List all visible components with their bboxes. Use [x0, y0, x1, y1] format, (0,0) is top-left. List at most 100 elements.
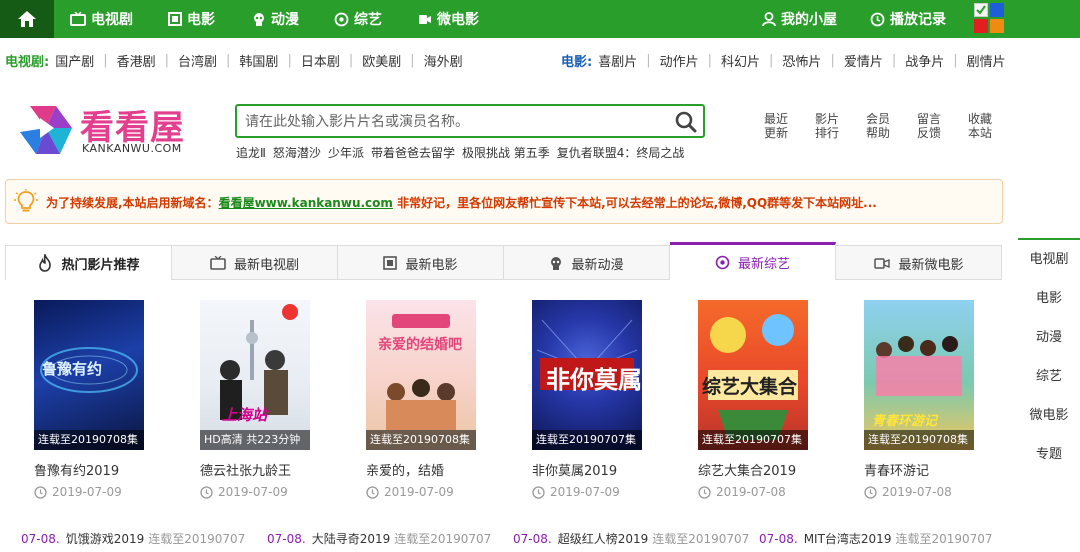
list-item[interactable]: 07-08. MIT台湾志2019 连载至20190707 — [759, 530, 993, 547]
history-link[interactable]: 播放记录 — [870, 0, 946, 38]
tab-latest-anime[interactable]: 最新动漫 — [504, 246, 670, 280]
side-nav-variety[interactable]: 综艺 — [1018, 357, 1080, 396]
list-date: 07-08. — [267, 532, 306, 546]
show-title[interactable]: 非你莫属2019 — [532, 460, 672, 479]
update-date: 2019-07-08 — [698, 485, 838, 499]
movie-cat-link[interactable]: 恐怖片 — [782, 51, 821, 70]
list-item[interactable]: 07-08. 饥饿游戏2019 连载至20190707 — [21, 530, 245, 547]
side-nav-movie[interactable]: 电影 — [1018, 279, 1080, 318]
show-title[interactable]: 综艺大集合2019 — [698, 460, 838, 479]
show-title[interactable]: 德云社张九龄王 — [200, 460, 340, 479]
poster-text: 上海站 — [222, 406, 268, 424]
movie-cat-link[interactable]: 动作片 — [660, 51, 699, 70]
tv-cat-link[interactable]: 韩国剧 — [239, 51, 278, 70]
side-nav-micro-film[interactable]: 微电影 — [1018, 396, 1080, 435]
hot-word[interactable]: 少年派 — [328, 144, 364, 161]
list-status: 连载至20190707 — [895, 532, 993, 546]
tv-icon — [210, 256, 226, 270]
quick-link-favorite[interactable]: 收藏 本站 — [960, 112, 1000, 140]
hot-word[interactable]: 极限挑战 第五季 — [462, 144, 550, 161]
hot-word[interactable]: 追龙Ⅱ — [236, 144, 266, 161]
tv-cat-link[interactable]: 日本剧 — [301, 51, 340, 70]
clock-icon — [870, 12, 885, 26]
poster-image[interactable]: 非你莫属 连载至20190707集 — [532, 300, 642, 450]
hot-word[interactable]: 怒海潜沙 — [273, 144, 321, 161]
show-card[interactable]: 青春环游记 连载至20190708集 青春环游记 2019-07-08 — [864, 300, 1004, 499]
hot-word[interactable]: 复仇者联盟4：终局之战 — [557, 144, 685, 161]
show-title[interactable]: 亲爱的，结婚 — [366, 460, 506, 479]
show-card[interactable]: 综艺大集合 连载至20190707集 综艺大集合2019 2019-07-08 — [698, 300, 838, 499]
film-icon — [383, 256, 398, 270]
hot-word[interactable]: 带着爸爸去留学 — [371, 144, 455, 161]
movie-cat-link[interactable]: 剧情片 — [967, 51, 1006, 70]
search-input[interactable] — [245, 112, 665, 132]
tab-hot[interactable]: 热门影片推荐 — [6, 246, 172, 280]
movie-cat-link[interactable]: 爱情片 — [844, 51, 883, 70]
list-name[interactable]: 大陆寻奇2019 — [312, 532, 391, 546]
top-nav: 电视剧 电影 动漫 综艺 微电影 我的小屋 播放记录 — [0, 0, 1080, 38]
date-text: 2019-07-09 — [52, 485, 122, 499]
nav-movie-label: 电影 — [187, 12, 215, 28]
notice-domain-link[interactable]: 看看屋www.kankanwu.com — [219, 196, 393, 210]
tv-cat-link[interactable]: 海外剧 — [424, 51, 463, 70]
update-date: 2019-07-08 — [864, 485, 1004, 499]
nav-anime[interactable]: 动漫 — [252, 0, 299, 38]
content-tabs: 热门影片推荐 最新电视剧 最新电影 最新动漫 最新综艺 最新微电影 — [5, 242, 1002, 280]
list-name[interactable]: 超级红人榜2019 — [558, 532, 649, 546]
clock-icon — [532, 485, 545, 499]
tv-cat-link[interactable]: 欧美剧 — [362, 51, 401, 70]
movie-cat-link[interactable]: 喜剧片 — [598, 51, 637, 70]
home-button[interactable] — [0, 0, 54, 38]
tab-latest-variety[interactable]: 最新综艺 — [670, 242, 836, 280]
show-title[interactable]: 青春环游记 — [864, 460, 1004, 479]
show-card[interactable]: 鲁豫有约 连载至20190708集 鲁豫有约2019 2019-07-09 — [34, 300, 174, 499]
movie-cat-link[interactable]: 科幻片 — [721, 51, 760, 70]
side-nav-topics[interactable]: 专题 — [1018, 435, 1080, 474]
anime-icon — [551, 257, 562, 270]
show-card[interactable]: 上海站 HD高清 共223分钟 德云社张九龄王 2019-07-09 — [200, 300, 340, 499]
my-home-link[interactable]: 我的小屋 — [762, 0, 837, 38]
tv-cat-link[interactable]: 国产剧 — [55, 51, 94, 70]
list-item[interactable]: 07-08. 大陆寻奇2019 连载至20190707 — [267, 530, 491, 547]
poster-image[interactable]: 鲁豫有约 连载至20190708集 — [34, 300, 144, 450]
list-name[interactable]: MIT台湾志2019 — [804, 532, 892, 546]
poster-image[interactable]: 亲爱的结婚吧 连载至20190708集 — [366, 300, 476, 450]
poster-image[interactable]: 上海站 HD高清 共223分钟 — [200, 300, 310, 450]
nav-variety[interactable]: 综艺 — [334, 0, 382, 38]
movie-category-title[interactable]: 电影: — [561, 51, 592, 70]
list-item[interactable]: 07-08. 超级红人榜2019 连载至20190707 — [513, 530, 749, 547]
nav-micro-film[interactable]: 微电影 — [418, 0, 479, 38]
show-card[interactable]: 亲爱的结婚吧 连载至20190708集 亲爱的，结婚 2019-07-09 — [366, 300, 506, 499]
tv-cat-link[interactable]: 香港剧 — [117, 51, 156, 70]
movie-category-row: 电影: 喜剧片 | 动作片 | 科幻片 | 恐怖片 | 爱情片 | 战争片 | 剧情片 — [561, 51, 1006, 70]
movie-cat-link[interactable]: 战争片 — [905, 51, 944, 70]
list-name[interactable]: 饥饿游戏2019 — [66, 532, 145, 546]
side-nav-tv[interactable]: 电视剧 — [1018, 240, 1080, 279]
poster-image[interactable]: 青春环游记 连载至20190708集 — [864, 300, 974, 450]
quick-link-latest[interactable]: 最近 更新 — [756, 112, 796, 140]
tab-latest-micro-film[interactable]: 最新微电影 — [836, 246, 1002, 280]
site-logo[interactable]: 看看屋 KANKANWU.COM — [16, 98, 196, 162]
quick-link-ranking[interactable]: 影片 排行 — [807, 112, 847, 140]
tab-latest-movie[interactable]: 最新电影 — [338, 246, 504, 280]
anime-icon — [254, 13, 264, 26]
quick-line: 帮助 — [865, 126, 890, 140]
show-card[interactable]: 非你莫属 连载至20190707集 非你莫属2019 2019-07-09 — [532, 300, 672, 499]
my-home-label: 我的小屋 — [781, 12, 837, 28]
quick-link-feedback[interactable]: 留言 反馈 — [909, 112, 949, 140]
nav-tv[interactable]: 电视剧 — [70, 0, 133, 38]
search-button[interactable] — [673, 109, 699, 135]
show-title[interactable]: 鲁豫有约2019 — [34, 460, 174, 479]
camera-icon — [874, 258, 891, 269]
episode-badge: 连载至20190707集 — [698, 430, 808, 450]
poster-image[interactable]: 综艺大集合 连载至20190707集 — [698, 300, 808, 450]
skin-switcher-icon[interactable] — [974, 3, 1004, 33]
side-nav-anime[interactable]: 动漫 — [1018, 318, 1080, 357]
quick-link-help[interactable]: 会员 帮助 — [858, 112, 898, 140]
poster-text: 青春环游记 — [872, 414, 938, 429]
tab-latest-tv[interactable]: 最新电视剧 — [172, 246, 338, 280]
tv-category-title[interactable]: 电视剧: — [5, 51, 49, 70]
nav-anime-label: 动漫 — [271, 12, 299, 28]
nav-movie[interactable]: 电影 — [168, 0, 215, 38]
tv-cat-link[interactable]: 台湾剧 — [178, 51, 217, 70]
